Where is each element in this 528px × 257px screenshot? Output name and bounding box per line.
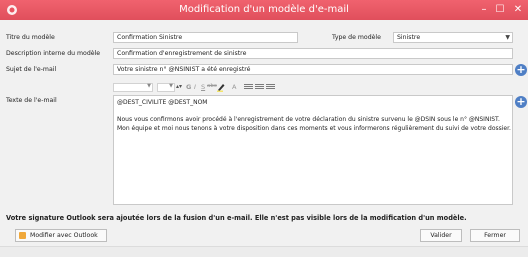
chevron-down-icon: ▼ <box>169 83 173 89</box>
body-line-1: Nous vous confirmons avoir procédé à l'e… <box>117 116 500 123</box>
close-button[interactable]: ✕ <box>511 3 525 17</box>
outlook-icon <box>19 232 26 239</box>
underline-button[interactable]: S <box>201 83 205 91</box>
close-form-button[interactable]: Fermer <box>470 229 520 242</box>
body-line-2: Mon équipe et moi nous tenons à votre di… <box>117 125 511 132</box>
titre-input[interactable]: Confirmation Sinistre <box>113 32 298 43</box>
type-select[interactable]: Sinistre ▼ <box>393 32 513 43</box>
font-size-combo[interactable]: ▼ <box>157 83 175 92</box>
minimize-button[interactable]: – <box>477 3 491 17</box>
email-template-window: Modification d'un modèle d'e-mail – ☐ ✕ … <box>0 0 528 257</box>
body-line-greeting: @DEST_CIVILITE @DEST_NOM <box>117 99 208 106</box>
titre-label: Titre du modèle <box>6 34 55 41</box>
texte-label: Texte de l'e-mail <box>6 97 57 104</box>
plus-circle-icon[interactable]: + <box>515 96 527 108</box>
validate-button[interactable]: Valider <box>420 229 462 242</box>
chevron-down-icon: ▼ <box>147 83 151 89</box>
email-body-editor[interactable]: @DEST_CIVILITE @DEST_NOM Nous vous confi… <box>113 95 513 205</box>
description-label: Description interne du modèle <box>6 50 101 57</box>
chevron-down-icon: ▼ <box>505 34 510 41</box>
align-center-icon[interactable] <box>255 84 264 91</box>
editor-toolbar: ▼ ▼ ▴▾ G I S abc A <box>113 82 275 94</box>
align-left-icon[interactable] <box>244 84 253 91</box>
plus-circle-icon[interactable]: + <box>515 64 527 76</box>
highlighter-icon[interactable] <box>216 82 226 92</box>
italic-button[interactable]: I <box>194 83 196 91</box>
edit-with-outlook-button[interactable]: Modifier avec Outlook <box>15 229 107 242</box>
type-label: Type de modèle <box>332 34 381 41</box>
sujet-label: Sujet de l'e-mail <box>6 66 57 73</box>
font-color-button[interactable]: A <box>232 83 236 91</box>
window-title: Modification d'un modèle d'e-mail <box>179 4 349 15</box>
maximize-button[interactable]: ☐ <box>493 3 507 17</box>
bold-button[interactable]: G <box>186 83 191 91</box>
title-bar: Modification d'un modèle d'e-mail – ☐ ✕ <box>0 0 528 20</box>
spin-icon[interactable]: ▴▾ <box>176 83 182 90</box>
edit-with-outlook-label: Modifier avec Outlook <box>30 232 98 239</box>
status-bar <box>0 246 528 257</box>
signature-note: Votre signature Outlook sera ajoutée lor… <box>6 214 467 222</box>
font-family-combo[interactable]: ▼ <box>113 83 153 92</box>
align-right-icon[interactable] <box>266 84 275 91</box>
type-select-value: Sinistre <box>397 34 421 41</box>
sujet-input[interactable]: Votre sinistre n° @NSINIST a été enregis… <box>113 64 513 75</box>
description-input[interactable]: Confirmation d'enregistrement de sinistr… <box>113 48 513 59</box>
